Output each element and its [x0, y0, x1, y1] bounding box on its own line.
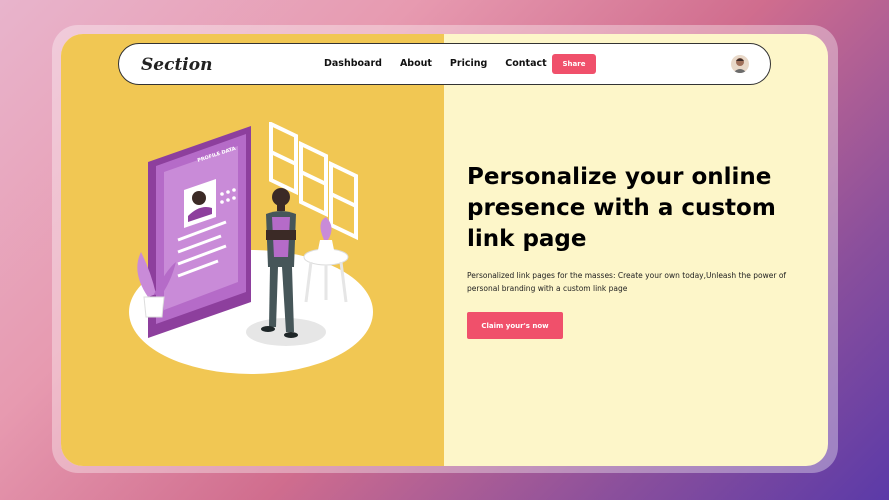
- brand-logo[interactable]: Section: [141, 55, 212, 75]
- avatar-icon: [733, 58, 747, 73]
- page-card: PROFILE DATA Section Dashboard About Pri…: [61, 34, 828, 466]
- hero-illustration-panel: PROFILE DATA: [61, 34, 444, 466]
- claim-cta-button[interactable]: Claim your's now: [467, 312, 563, 339]
- user-avatar[interactable]: [731, 55, 749, 73]
- nav-links: Dashboard About Pricing Contact: [324, 58, 547, 69]
- nav-link-dashboard[interactable]: Dashboard: [324, 58, 382, 69]
- nav-link-contact[interactable]: Contact: [505, 58, 546, 69]
- profile-illustration: PROFILE DATA: [129, 122, 373, 374]
- share-button[interactable]: Share: [552, 54, 596, 74]
- top-navbar: Section Dashboard About Pricing Contact …: [118, 43, 771, 85]
- nav-link-pricing[interactable]: Pricing: [450, 58, 487, 69]
- hero-headline: Personalize your online presence with a …: [467, 164, 776, 252]
- nav-link-about[interactable]: About: [400, 58, 432, 69]
- hero-subtext: Personalized link pages for the masses: …: [467, 271, 787, 293]
